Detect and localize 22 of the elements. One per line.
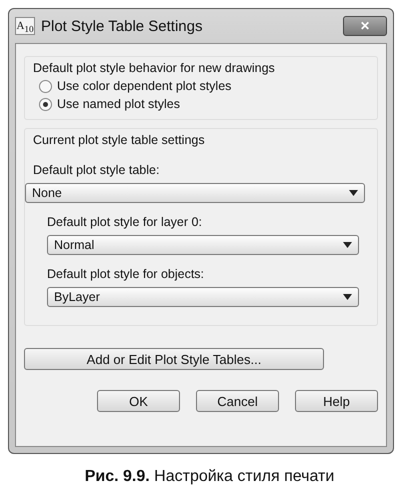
dialog-button[interactable]: Help — [295, 390, 378, 412]
field-label: Default plot style for objects: — [47, 267, 206, 281]
radio-button[interactable] — [39, 98, 52, 110]
radio-label: Use named plot styles — [57, 97, 180, 111]
dropdown[interactable]: Normal — [47, 235, 359, 255]
group-title: Current plot style table settings — [33, 133, 206, 147]
field-label: Default plot style table: — [33, 163, 160, 177]
dropdown-arrow-icon — [343, 294, 352, 300]
app-icon: A$_{10}$ — [15, 17, 35, 35]
group-title: Default plot style behavior for new drawings — [33, 61, 276, 75]
field-label: Default plot style for layer 0: — [47, 215, 203, 229]
dropdown-arrow-icon — [349, 190, 358, 196]
dialog-button[interactable]: OK — [97, 390, 180, 412]
add-edit-button[interactable]: Add or Edit Plot Style Tables... — [24, 348, 324, 370]
dropdown[interactable]: ByLayer — [47, 287, 359, 307]
radio-button[interactable] — [39, 80, 52, 92]
dropdown[interactable]: None — [25, 183, 365, 203]
dialog-button[interactable]: Cancel — [196, 390, 279, 412]
window-title: Plot Style Table Settings — [41, 18, 204, 34]
figure-caption: Рис. 9.9. Настройка стиля печати — [84, 468, 336, 486]
dropdown-arrow-icon — [343, 242, 352, 248]
radio-label: Use color dependent plot styles — [57, 79, 232, 93]
